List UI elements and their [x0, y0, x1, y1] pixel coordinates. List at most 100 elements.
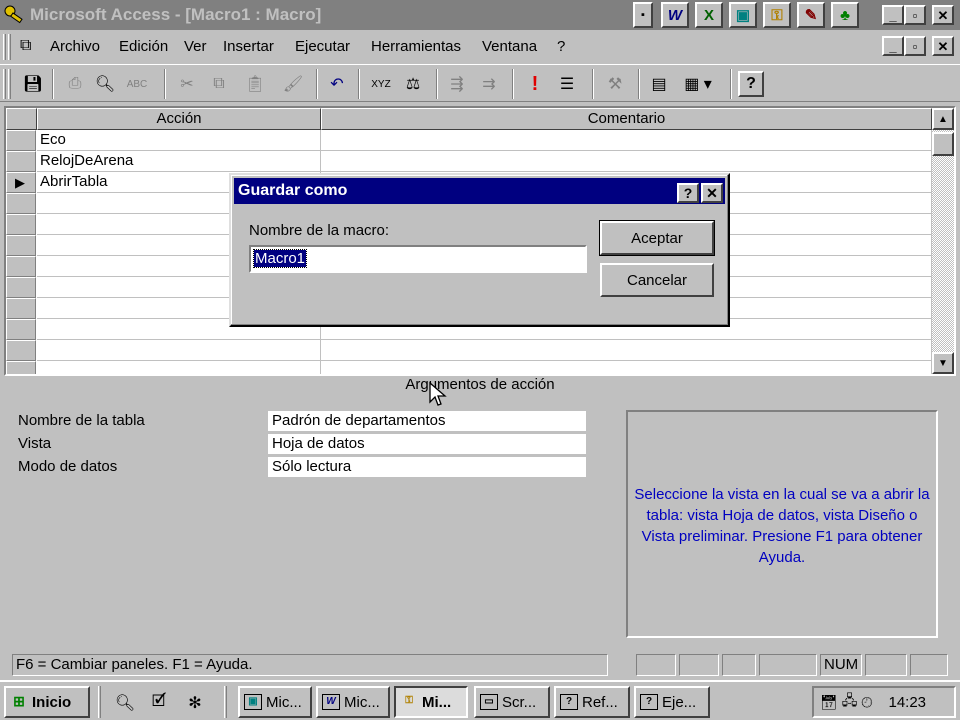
- scroll-up-button[interactable]: ▲: [932, 108, 954, 130]
- row-selector[interactable]: [6, 361, 36, 374]
- row-selector[interactable]: [6, 214, 36, 235]
- arg-value-vista[interactable]: Hoja de datos: [268, 434, 586, 454]
- clock[interactable]: 14:23: [888, 694, 926, 711]
- taskbar-button-5[interactable]: ? Ref...: [554, 686, 630, 718]
- taskbar-button-4[interactable]: ▭ Scr...: [474, 686, 550, 718]
- clock-tray-icon[interactable]: 🕘︎: [861, 694, 872, 711]
- macro-name-input[interactable]: Macro1: [249, 245, 587, 273]
- single-step-icon[interactable]: ☰: [554, 71, 580, 97]
- header-accion[interactable]: Acción: [37, 108, 321, 130]
- arguments-title: Argumentos de acción: [405, 376, 555, 393]
- row-selector[interactable]: [6, 340, 36, 361]
- menu-insertar[interactable]: Insertar: [223, 38, 274, 55]
- restore-button[interactable]: ▫: [904, 5, 926, 25]
- menu-ejecutar[interactable]: Ejecutar: [295, 38, 350, 55]
- menu-help[interactable]: ?: [557, 38, 565, 55]
- menu-edicion[interactable]: Edición: [119, 38, 168, 55]
- access-icon[interactable]: ⚿: [763, 2, 791, 28]
- comment-cell[interactable]: [321, 151, 932, 172]
- scroll-thumb[interactable]: [932, 132, 954, 156]
- help-text: Seleccione la vista en la cual se va a a…: [626, 410, 938, 638]
- cancel-button[interactable]: Cancelar: [600, 263, 714, 297]
- database-window-icon[interactable]: ▤: [646, 71, 672, 97]
- comment-cell[interactable]: [321, 340, 932, 361]
- dialog-title: Guardar como: [238, 182, 348, 199]
- row-selector[interactable]: [6, 298, 36, 319]
- action-cell[interactable]: RelojDeArena: [37, 151, 321, 172]
- taskbar-button-2[interactable]: W Mic...: [316, 686, 390, 718]
- menu-ver[interactable]: Ver: [184, 38, 207, 55]
- new-object-icon[interactable]: ▦ ▾: [678, 71, 718, 97]
- taskbar-button-1[interactable]: ▣ Mic...: [238, 686, 312, 718]
- dialog-help-button[interactable]: ?: [677, 183, 699, 203]
- doc-minimize-button[interactable]: _: [882, 36, 904, 56]
- comment-cell[interactable]: [321, 130, 932, 151]
- scheduler-tray-icon[interactable]: 📅︎: [820, 694, 838, 711]
- build-icon[interactable]: ⚒: [602, 71, 628, 97]
- access-key-icon: [4, 5, 23, 24]
- paste-icon[interactable]: 📋︎: [242, 71, 268, 97]
- doc-restore-button[interactable]: ▫: [904, 36, 926, 56]
- save-icon[interactable]: 💾︎: [20, 71, 46, 97]
- action-cell[interactable]: [37, 340, 321, 361]
- action-cell[interactable]: [37, 361, 321, 374]
- row-selector[interactable]: [6, 193, 36, 214]
- header-comentario[interactable]: Comentario: [321, 108, 932, 130]
- explorer-quicklaunch-icon[interactable]: 🔍︎: [112, 690, 138, 716]
- network-tray-icon[interactable]: 🖧: [842, 690, 858, 714]
- excel-icon[interactable]: X: [695, 2, 723, 28]
- screen-task-icon: ▭: [480, 694, 498, 710]
- undo-icon[interactable]: ↶: [324, 71, 350, 97]
- taskbar-button-3[interactable]: ⚿ Mi...: [394, 686, 468, 718]
- office-icon[interactable]: ▪: [633, 2, 653, 28]
- dialog-close-button[interactable]: ✕: [701, 183, 723, 203]
- macro-name-label: Nombre de la macro:: [249, 222, 390, 239]
- conditions-icon[interactable]: ⚖: [400, 71, 426, 97]
- windows-logo-icon: ⊞: [13, 693, 25, 709]
- arg-label-tabla: Nombre de la tabla: [18, 412, 145, 429]
- schedule-icon[interactable]: ✎: [797, 2, 825, 28]
- minimize-button[interactable]: _: [882, 5, 904, 25]
- binder-icon[interactable]: ♣: [831, 2, 859, 28]
- accept-button[interactable]: Aceptar: [599, 220, 715, 256]
- menu-herramientas[interactable]: Herramientas: [371, 38, 461, 55]
- powerpoint-icon[interactable]: ▣: [729, 2, 757, 28]
- row-selector[interactable]: [6, 256, 36, 277]
- taskbar-button-6[interactable]: ? Eje...: [634, 686, 710, 718]
- scroll-down-button[interactable]: ▼: [932, 352, 954, 374]
- insert-row-icon[interactable]: ⇶: [444, 71, 470, 97]
- print-icon[interactable]: ⎙: [62, 71, 88, 97]
- close-button[interactable]: ✕: [932, 5, 954, 25]
- action-cell[interactable]: Eco: [37, 130, 321, 151]
- access-task-icon: ⚿: [405, 695, 413, 706]
- vertical-scrollbar[interactable]: ▲ ▼: [932, 108, 954, 374]
- comment-cell[interactable]: [321, 361, 932, 374]
- start-button[interactable]: ⊞ Inicio: [4, 686, 90, 718]
- copy-icon[interactable]: ⧉: [206, 71, 232, 97]
- help-icon[interactable]: ?: [738, 71, 764, 97]
- arg-label-modo: Modo de datos: [18, 458, 118, 475]
- row-selector[interactable]: [6, 151, 36, 172]
- arg-value-tabla[interactable]: Padrón de departamentos: [268, 411, 586, 431]
- macro-names-icon[interactable]: XYZ: [368, 71, 394, 97]
- print-preview-icon[interactable]: 🔍︎: [92, 71, 118, 97]
- word-icon[interactable]: W: [661, 2, 689, 28]
- row-selector[interactable]: [6, 235, 36, 256]
- menu-archivo[interactable]: Archivo: [50, 38, 100, 55]
- run-icon[interactable]: !: [522, 71, 548, 97]
- menu-ventana[interactable]: Ventana: [482, 38, 537, 55]
- desktop-quicklaunch-icon[interactable]: 🗹: [146, 690, 172, 716]
- spelling-icon[interactable]: ABC: [124, 71, 150, 97]
- row-selector[interactable]: [6, 319, 36, 340]
- arg-value-modo[interactable]: Sólo lectura: [268, 457, 586, 477]
- row-selector[interactable]: [6, 130, 36, 151]
- doc-close-button[interactable]: ✕: [932, 36, 954, 56]
- cut-icon[interactable]: ✂: [174, 71, 200, 97]
- row-selector[interactable]: ▶: [6, 172, 36, 193]
- format-painter-icon[interactable]: 🖌︎: [280, 71, 306, 97]
- row-selector[interactable]: [6, 277, 36, 298]
- macro-doc-icon[interactable]: ⧉: [20, 37, 31, 55]
- delete-row-icon[interactable]: ⇉: [476, 71, 502, 97]
- grid-corner[interactable]: [6, 108, 37, 130]
- channels-quicklaunch-icon[interactable]: ✻: [182, 690, 208, 716]
